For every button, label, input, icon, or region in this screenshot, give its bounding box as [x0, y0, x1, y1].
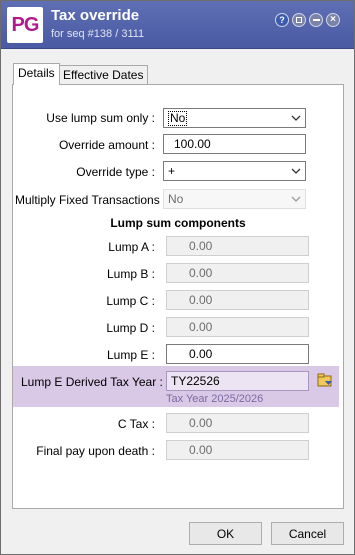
lump-c-label: Lump C : — [106, 294, 155, 308]
multiply-fixed-transactions-value: No — [168, 192, 184, 206]
override-amount-input[interactable]: 100.00 — [163, 134, 306, 154]
override-type-label: Override type : — [76, 165, 155, 179]
tax-override-window: PG Tax override for seq #138 / 3111 ? × … — [0, 0, 355, 555]
final-pay-upon-death-label: Final pay upon death : — [36, 444, 155, 458]
lump-sum-components-heading: Lump sum components — [110, 216, 246, 230]
override-type-value: + — [168, 164, 176, 178]
use-lump-sum-only-select[interactable]: No — [163, 108, 306, 128]
chevron-down-icon — [291, 196, 301, 202]
lump-a-field: 0.00 — [166, 236, 309, 256]
window-subtitle: for seq #138 / 3111 — [51, 28, 145, 40]
use-lump-sum-only-label: Use lump sum only : — [46, 111, 155, 125]
tab-effective-dates[interactable]: Effective Dates — [58, 65, 149, 84]
title-bar[interactable]: PG Tax override for seq #138 / 3111 ? × — [1, 1, 354, 49]
override-type-select[interactable]: + — [163, 161, 306, 181]
override-amount-label: Override amount : — [58, 138, 155, 152]
close-glyph: × — [330, 14, 336, 25]
app-logo: PG — [7, 7, 43, 43]
app-logo-text: PG — [11, 13, 40, 36]
restore-icon[interactable] — [292, 13, 306, 27]
c-tax-field: 0.00 — [166, 413, 309, 433]
chevron-down-icon — [291, 115, 301, 121]
lookup-icon[interactable] — [317, 373, 335, 389]
final-pay-upon-death-field: 0.00 — [166, 440, 309, 460]
help-icon[interactable]: ? — [275, 13, 289, 27]
lump-e-label: Lump E : — [106, 348, 155, 362]
chevron-down-icon — [291, 168, 301, 174]
minimize-icon[interactable] — [309, 13, 323, 27]
cancel-button[interactable]: Cancel — [271, 522, 344, 545]
lump-a-label: Lump A : — [108, 240, 155, 254]
lump-e-input[interactable]: 0.00 — [166, 344, 309, 364]
lump-e-derived-tax-year-label: Lump E Derived Tax Year : — [21, 375, 163, 389]
use-lump-sum-only-value: No — [168, 111, 188, 126]
ok-button[interactable]: OK — [189, 522, 262, 545]
lump-d-field: 0.00 — [166, 317, 309, 337]
multiply-fixed-transactions-select: No — [163, 189, 306, 209]
window-title: Tax override — [51, 7, 140, 24]
multiply-fixed-transactions-label: Multiply Fixed Transactions : — [15, 193, 167, 207]
help-glyph: ? — [279, 15, 285, 25]
lump-b-field: 0.00 — [166, 263, 309, 283]
tax-year-note: Tax Year 2025/2026 — [166, 393, 264, 405]
lump-c-field: 0.00 — [166, 290, 309, 310]
lump-b-label: Lump B : — [106, 267, 155, 281]
lump-d-label: Lump D : — [106, 321, 155, 335]
tab-details[interactable]: Details — [13, 63, 60, 85]
c-tax-label: C Tax : — [117, 417, 155, 431]
lump-e-derived-tax-year-field: TY22526 — [166, 371, 309, 391]
close-icon[interactable]: × — [326, 13, 340, 27]
